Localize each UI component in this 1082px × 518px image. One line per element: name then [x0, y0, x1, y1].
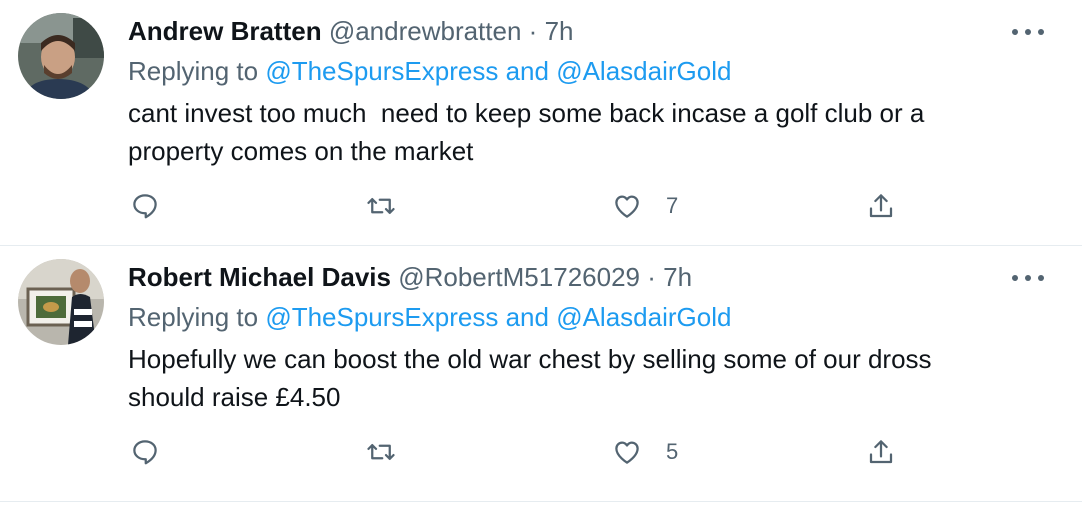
reply-button[interactable] [130, 188, 160, 224]
retweet-icon [367, 444, 395, 460]
more-dots-icon [1025, 29, 1031, 35]
reply-button[interactable] [130, 434, 160, 470]
retweet-button[interactable] [366, 188, 396, 224]
share-upload-icon [869, 194, 893, 218]
timestamp[interactable]: 7h [663, 262, 692, 292]
tweet[interactable]: Robert Michael Davis @RobertM51726029 · … [0, 246, 1082, 502]
more-dots-icon [1025, 275, 1031, 281]
more-dots-icon [1038, 29, 1044, 35]
avatar[interactable] [18, 13, 104, 99]
avatar[interactable] [18, 259, 104, 345]
author-name[interactable]: Robert Michael Davis [128, 262, 391, 292]
profile-photo-man-with-frame-icon [18, 259, 104, 345]
more-dots-icon [1012, 275, 1018, 281]
mention-link[interactable]: @TheSpursExpress [265, 56, 498, 86]
like-count: 5 [666, 439, 679, 464]
tweet-text: cant invest too much need to keep some b… [128, 98, 925, 166]
separator-dot: · [647, 262, 656, 292]
tweet-header: Robert Michael Davis @RobertM51726029 · … [128, 262, 692, 292]
mention-link[interactable]: @AlasdairGold [556, 302, 731, 332]
like-button[interactable]: 7 [612, 188, 678, 224]
replying-and[interactable]: and [498, 56, 556, 86]
separator-dot: · [528, 16, 538, 46]
tweet-header: Andrew Bratten @andrewbratten · 7h [128, 16, 574, 46]
replying-to: Replying to @TheSpursExpress and @Alasda… [128, 302, 731, 332]
retweet-icon [367, 198, 395, 214]
author-handle[interactable]: @RobertM51726029 [398, 262, 640, 292]
share-upload-icon [869, 440, 893, 464]
tweet-text: Hopefully we can boost the old war chest… [128, 344, 932, 412]
reply-bubble-icon [133, 194, 157, 219]
share-button[interactable] [866, 188, 896, 224]
tweet-actions: 7 [128, 188, 928, 224]
replying-and[interactable]: and [498, 302, 556, 332]
profile-photo-man-icon [18, 13, 104, 99]
tweet-actions: 5 [128, 434, 928, 470]
mention-link[interactable]: @TheSpursExpress [265, 302, 498, 332]
heart-icon [615, 195, 639, 218]
replying-prefix: Replying to [128, 56, 266, 86]
tweet[interactable]: Andrew Bratten @andrewbratten · 7h Reply… [0, 0, 1082, 246]
replying-prefix: Replying to [128, 302, 266, 332]
more-dots-icon [1038, 275, 1044, 281]
more-dots-icon [1012, 29, 1018, 35]
timestamp[interactable]: 7h [545, 16, 574, 46]
replying-to: Replying to @TheSpursExpress and @Alasda… [128, 56, 731, 86]
author-name[interactable]: Andrew Bratten [128, 16, 322, 46]
like-count: 7 [666, 193, 679, 218]
author-handle[interactable]: @andrewbratten [329, 16, 522, 46]
retweet-button[interactable] [366, 434, 396, 470]
reply-bubble-icon [133, 440, 157, 465]
mention-link[interactable]: @AlasdairGold [556, 56, 731, 86]
heart-icon [615, 441, 639, 464]
more-options-button[interactable] [1012, 264, 1044, 292]
share-button[interactable] [866, 434, 896, 470]
like-button[interactable]: 5 [612, 434, 678, 470]
more-options-button[interactable] [1012, 18, 1044, 46]
